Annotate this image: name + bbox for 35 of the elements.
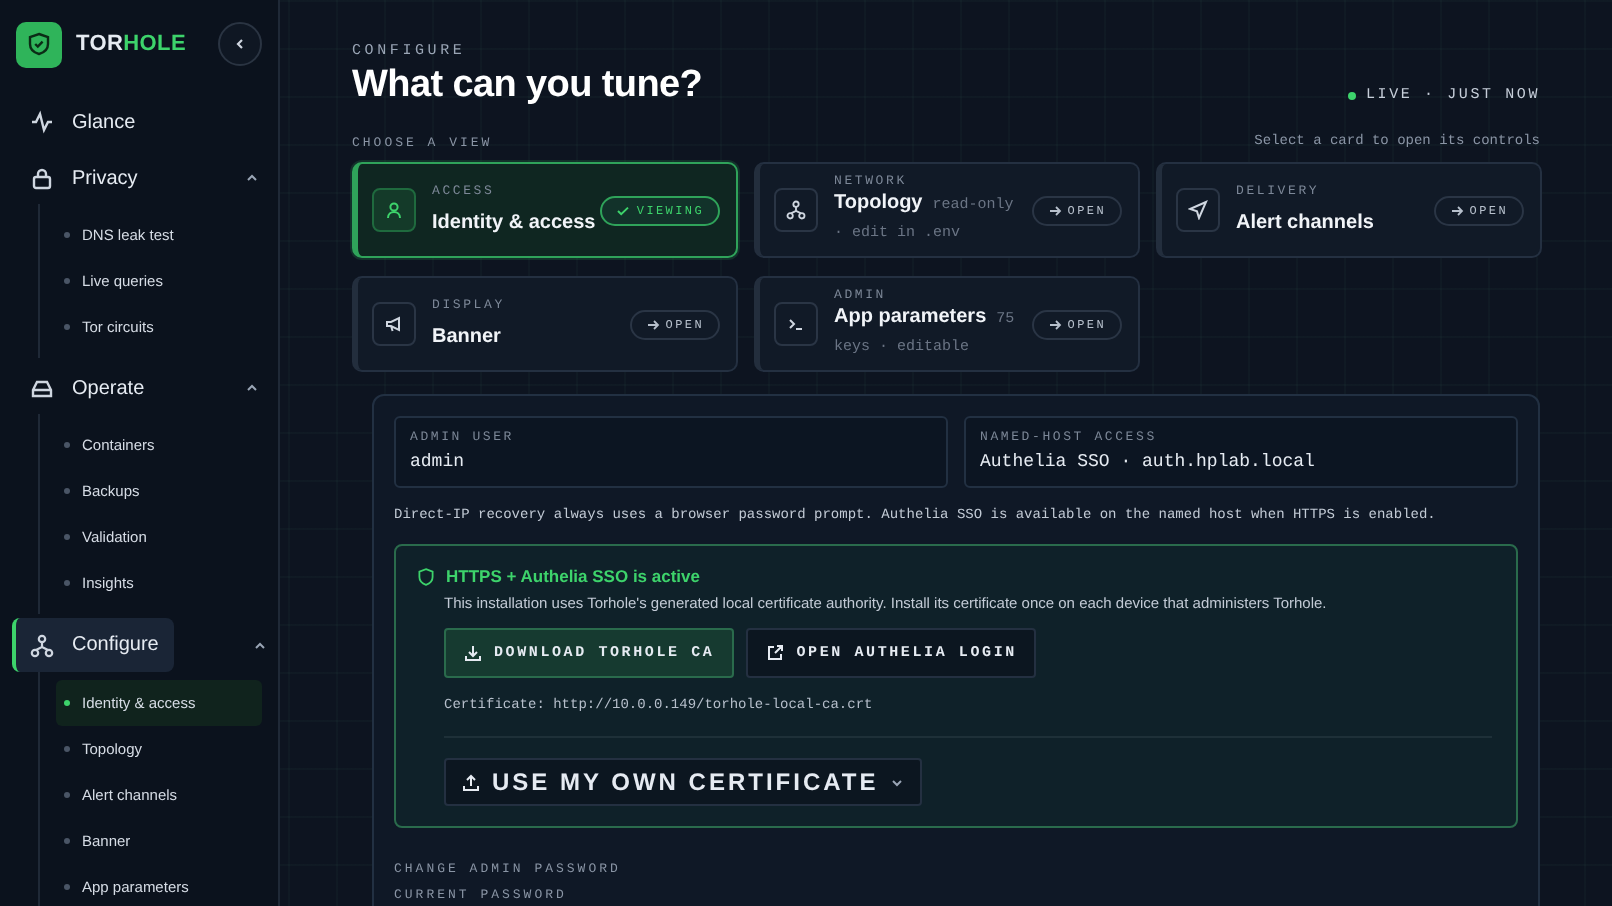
pulse-icon bbox=[30, 110, 54, 134]
arrow-right-icon bbox=[645, 317, 660, 331]
drive-icon bbox=[30, 376, 54, 400]
nav-item[interactable]: Privacy bbox=[0, 152, 212, 204]
brand-name: TORHOLE bbox=[76, 32, 188, 56]
own-certificate-button[interactable]: USE MY OWN CERTIFICATE bbox=[444, 758, 923, 806]
arrow-right-icon bbox=[1047, 203, 1062, 217]
network-icon bbox=[786, 200, 806, 220]
nav-item[interactable]: Glance bbox=[0, 96, 264, 148]
nav-item[interactable]: Configure bbox=[12, 618, 175, 672]
nav-item[interactable]: Operate bbox=[0, 362, 212, 414]
chevron-left-icon bbox=[232, 36, 248, 52]
caret-icon bbox=[890, 775, 905, 789]
external-link-icon bbox=[766, 644, 785, 662]
arrow-right-icon bbox=[1047, 317, 1062, 331]
download-icon bbox=[464, 644, 482, 662]
send-icon bbox=[1188, 200, 1208, 220]
sso-title: HTTPS + Authelia SSO is active bbox=[446, 566, 700, 586]
shield-icon bbox=[418, 567, 434, 585]
app-logo bbox=[16, 21, 62, 67]
check-icon bbox=[616, 203, 631, 217]
page-title: What can you tune? bbox=[352, 64, 703, 108]
person-icon bbox=[384, 200, 404, 220]
card-title: Banner bbox=[432, 325, 501, 347]
lock-icon bbox=[30, 166, 54, 190]
card-title: Alert channels bbox=[1236, 211, 1374, 233]
terminal-icon bbox=[786, 314, 806, 334]
field-value: Authelia SSO · auth.hplab.local bbox=[980, 452, 1317, 472]
megaphone-icon bbox=[384, 314, 404, 334]
card-title: Identity & access bbox=[432, 211, 596, 233]
network-icon bbox=[30, 633, 54, 657]
upload-icon bbox=[462, 773, 480, 791]
field-value: admin bbox=[410, 452, 467, 472]
arrow-right-icon bbox=[1449, 203, 1464, 217]
collapse-sidebar-button[interactable] bbox=[218, 22, 262, 66]
